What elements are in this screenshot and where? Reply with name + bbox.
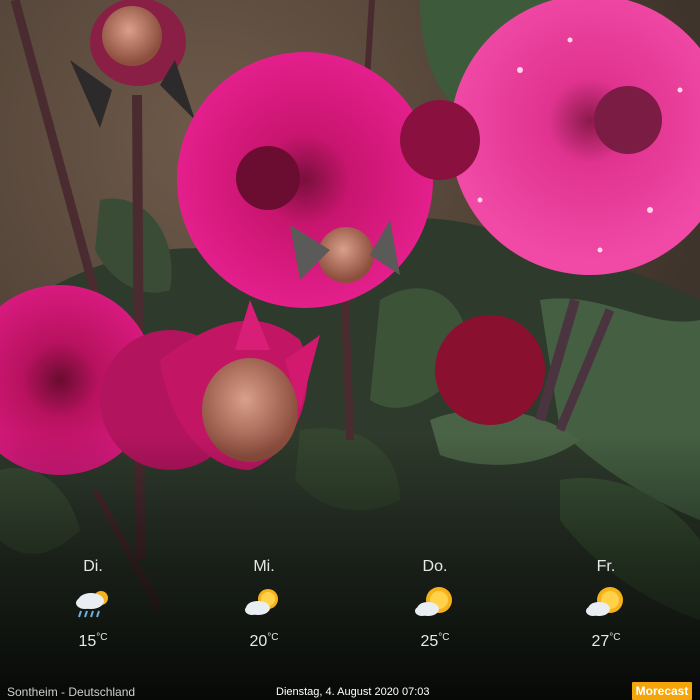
cloud-rain-sun-icon [76, 591, 108, 618]
datetime-label: Dienstag, 4. August 2020 07:03 [276, 686, 430, 698]
sun-cloud-icon [586, 587, 623, 616]
forecast-temperature: 20°C [249, 632, 279, 650]
forecast-day-4: Fr. 27°C [551, 556, 661, 652]
location-label: Sontheim - Deutschland [7, 685, 136, 699]
forecast-temperature: 27°C [591, 632, 621, 650]
sun-cloud-icon [245, 589, 278, 615]
forecast-day-1: Di. 15°C [38, 556, 148, 652]
forecast-day-2: Mi. 20°C [209, 556, 319, 652]
forecast-temperature: 15°C [78, 632, 108, 650]
forecast-day-label: Mi. [253, 558, 275, 575]
weather-screen: Di. 15°C Mi. 20°C Do. 25°C Fr. 27°C Sont… [0, 0, 700, 700]
footer-bar: Sontheim - Deutschland Dienstag, 4. Augu… [0, 682, 700, 700]
forecast-temperature: 25°C [420, 632, 450, 650]
forecast-day-label: Do. [422, 558, 448, 575]
forecast-day-label: Di. [83, 558, 103, 575]
morecast-logo-badge[interactable]: Morecast [632, 682, 692, 700]
forecast-day-label: Fr. [596, 558, 616, 575]
sun-cloud-icon [415, 587, 452, 616]
forecast-day-3: Do. 25°C [380, 556, 490, 652]
